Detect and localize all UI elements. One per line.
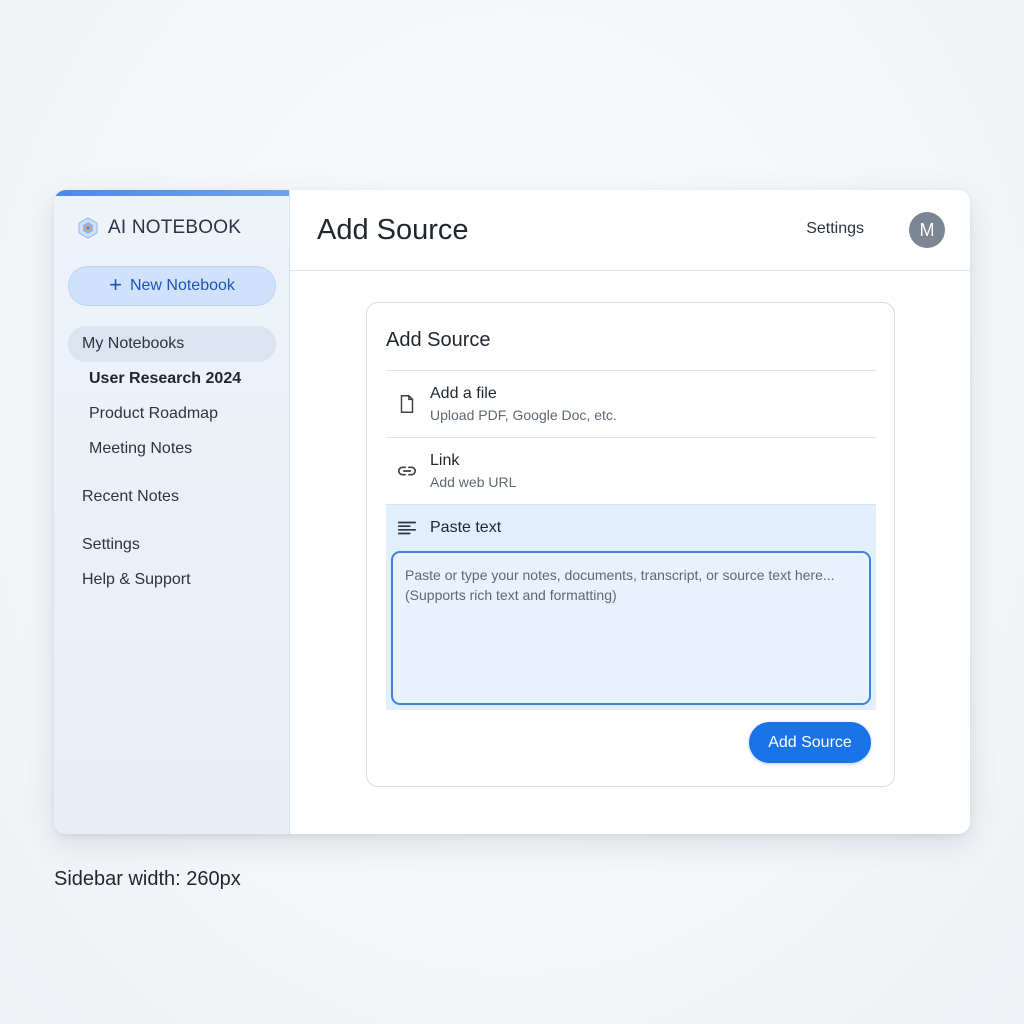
sidebar-item-help-support[interactable]: Help & Support — [82, 571, 191, 589]
page-title: Add Source — [317, 214, 469, 246]
page: AI NOTEBOOK + New Notebook My Notebooks … — [0, 0, 1024, 1024]
add-file-title: Add a file — [430, 385, 497, 402]
app-window: AI NOTEBOOK + New Notebook My Notebooks … — [54, 190, 970, 834]
link-option[interactable]: Link Add web URL — [386, 437, 876, 504]
card-title: Add Source — [386, 329, 491, 351]
text-lines-icon — [397, 521, 417, 535]
add-source-button[interactable]: Add Source — [749, 722, 871, 763]
paste-text-option[interactable]: Paste text Paste or type your notes, doc… — [386, 504, 876, 710]
sidebar-item-settings[interactable]: Settings — [82, 536, 140, 554]
plus-icon: + — [109, 272, 122, 297]
brand-name: AI NOTEBOOK — [108, 217, 242, 238]
sidebar-notebook-user-research-2024[interactable]: User Research 2024 — [89, 370, 241, 388]
new-notebook-label: New Notebook — [129, 277, 235, 294]
settings-link[interactable]: Settings — [806, 220, 864, 238]
link-title: Link — [430, 452, 460, 469]
new-notebook-button[interactable]: + New Notebook — [68, 266, 276, 306]
sidebar-accent-bar — [54, 190, 289, 196]
link-icon — [397, 466, 417, 476]
sidebar-width-caption: Sidebar width: 260px — [54, 868, 241, 890]
sidebar-notebook-product-roadmap[interactable]: Product Roadmap — [89, 405, 218, 423]
sidebar-notebook-meeting-notes[interactable]: Meeting Notes — [89, 440, 192, 458]
add-file-option[interactable]: Add a file Upload PDF, Google Doc, etc. — [386, 370, 876, 437]
sidebar-item-label: My Notebooks — [82, 335, 185, 352]
paste-text-title: Paste text — [430, 519, 502, 536]
sidebar-item-recent-notes[interactable]: Recent Notes — [82, 488, 179, 506]
avatar-initial: M — [919, 219, 935, 240]
brand: AI NOTEBOOK — [76, 216, 241, 240]
sidebar-item-my-notebooks[interactable]: My Notebooks — [68, 326, 276, 362]
avatar[interactable]: M — [909, 212, 945, 248]
add-file-subtitle: Upload PDF, Google Doc, etc. — [430, 407, 617, 423]
main-content: Add Source Settings M Add Source Add a f… — [290, 190, 970, 834]
add-source-card: Add Source Add a file Upload PDF, Google… — [366, 302, 895, 787]
top-bar: Add Source Settings M — [290, 190, 970, 271]
sidebar: AI NOTEBOOK + New Notebook My Notebooks … — [54, 190, 290, 834]
notebook-logo-icon — [78, 217, 98, 239]
paste-text-input[interactable]: Paste or type your notes, documents, tra… — [391, 551, 871, 705]
file-icon — [400, 395, 414, 413]
link-subtitle: Add web URL — [430, 474, 517, 490]
